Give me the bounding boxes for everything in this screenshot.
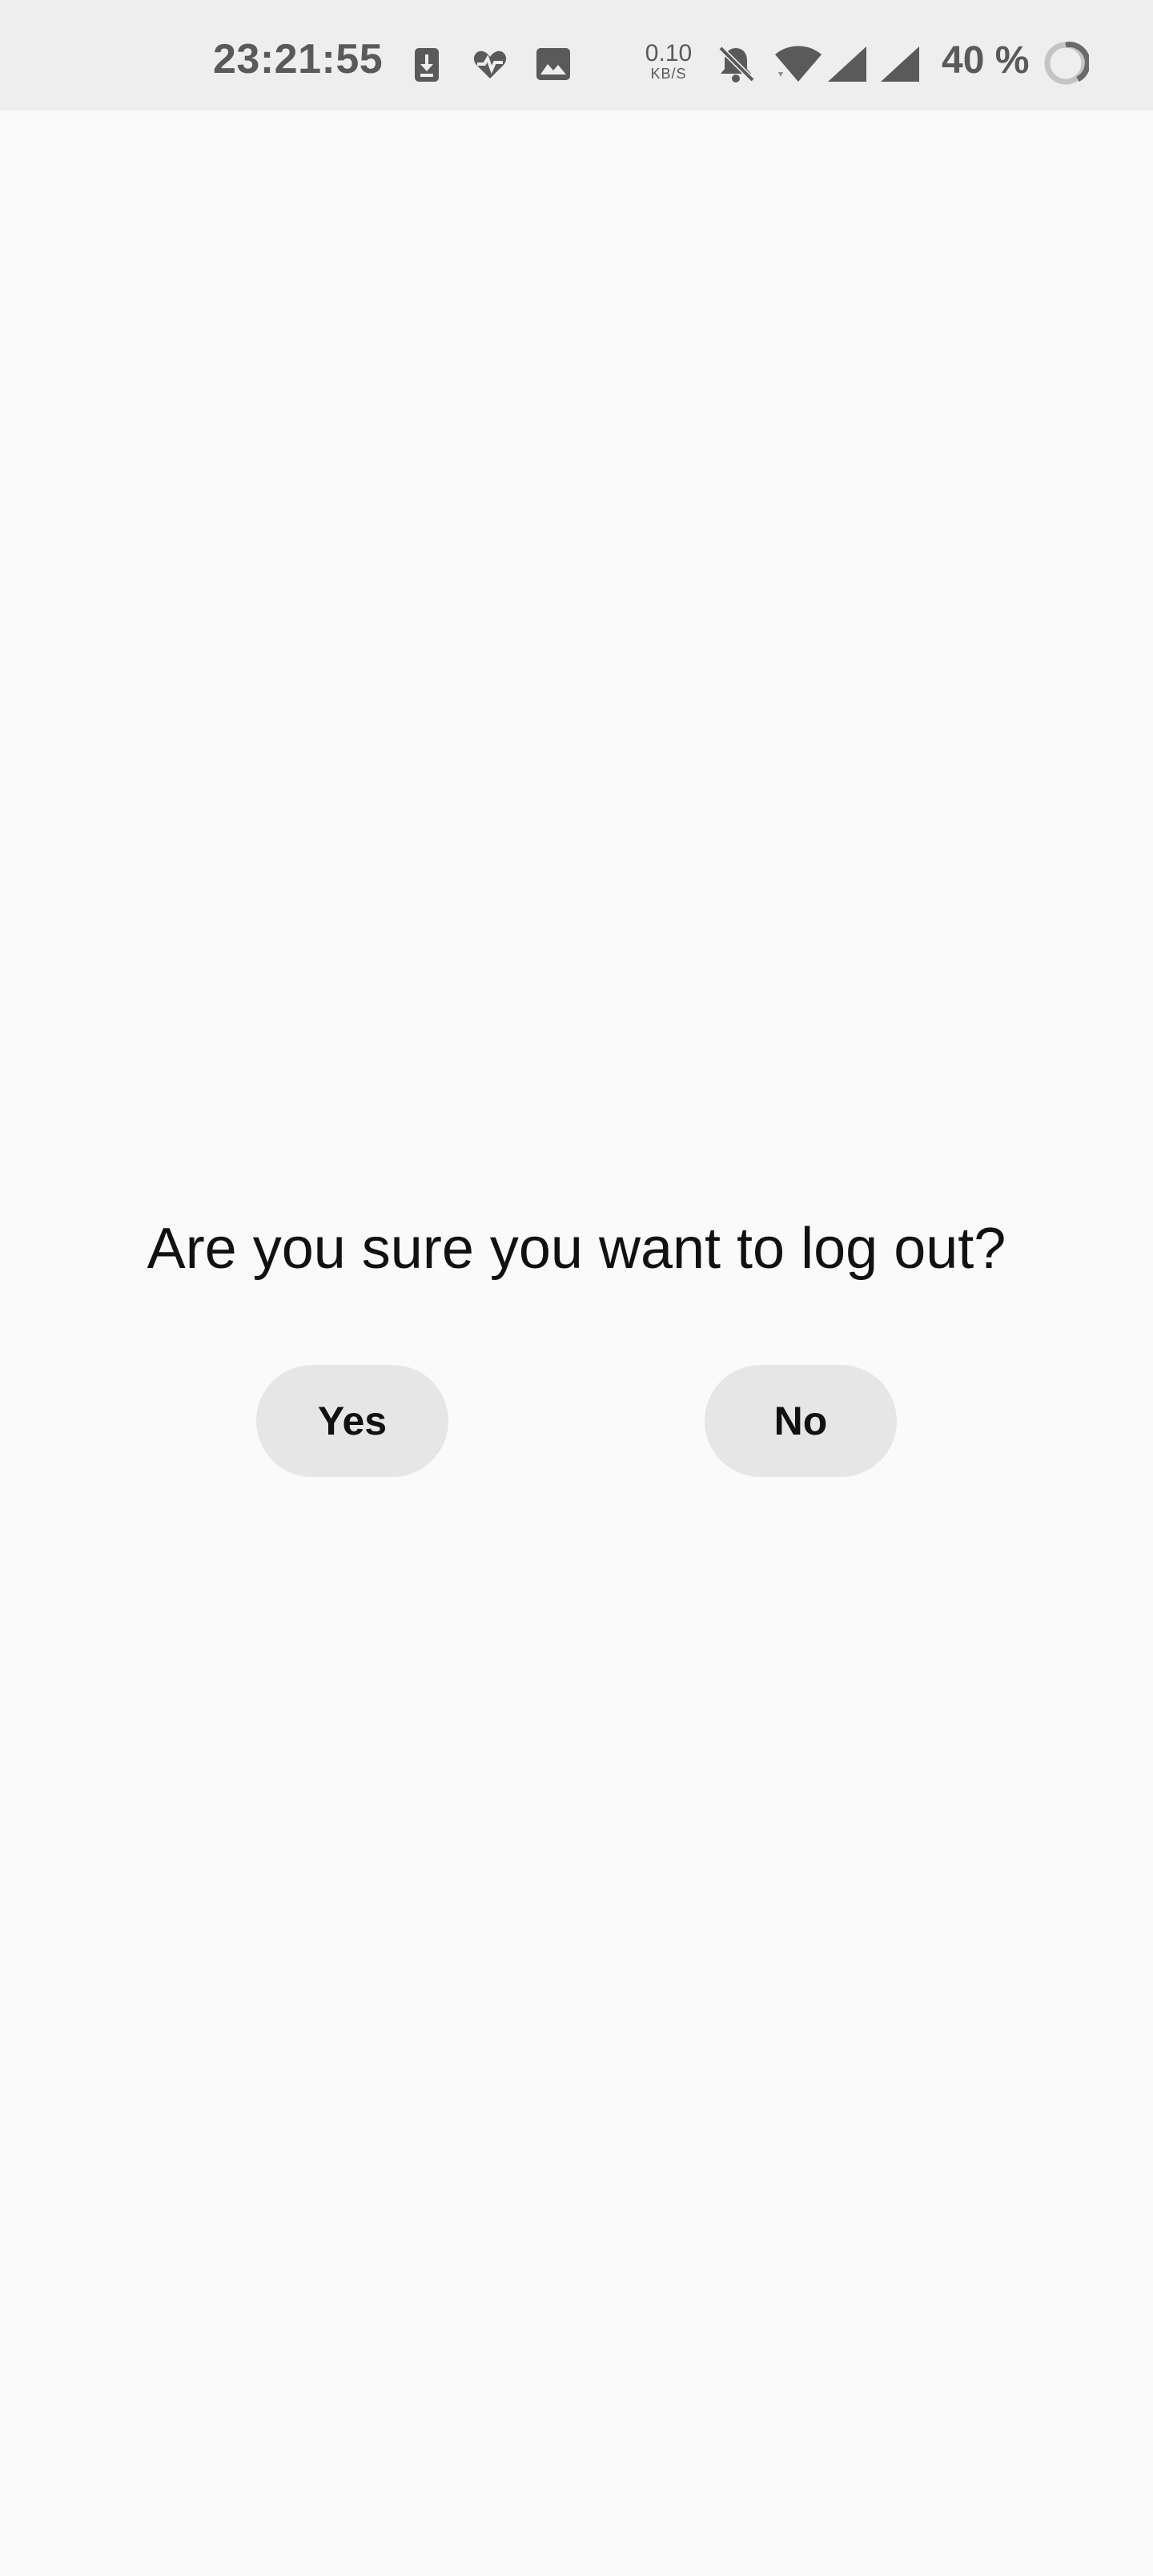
wifi-icon: [773, 45, 823, 87]
download-icon: [413, 46, 440, 87]
logout-confirmation-screen: Are you sure you want to log out? Yes No: [0, 111, 1153, 2576]
signal-icon: [826, 45, 868, 87]
network-speed: 0.10 KB/S: [641, 40, 697, 83]
status-bar: 23:21:55 0.10 KB/S 40 %: [0, 0, 1153, 111]
no-button[interactable]: No: [705, 1365, 897, 1477]
status-time: 23:21:55: [213, 36, 384, 83]
logout-prompt: Are you sure you want to log out?: [147, 1217, 1006, 1281]
network-speed-unit: KB/S: [650, 66, 687, 82]
battery-ring-icon: [1043, 40, 1091, 91]
network-speed-value: 0.10: [645, 40, 693, 66]
bell-off-icon: [717, 45, 755, 87]
image-icon: [535, 46, 572, 86]
battery-percent: 40 %: [942, 39, 1030, 82]
signal-icon: [879, 45, 921, 87]
health-icon: [472, 50, 508, 84]
yes-button[interactable]: Yes: [256, 1365, 448, 1477]
